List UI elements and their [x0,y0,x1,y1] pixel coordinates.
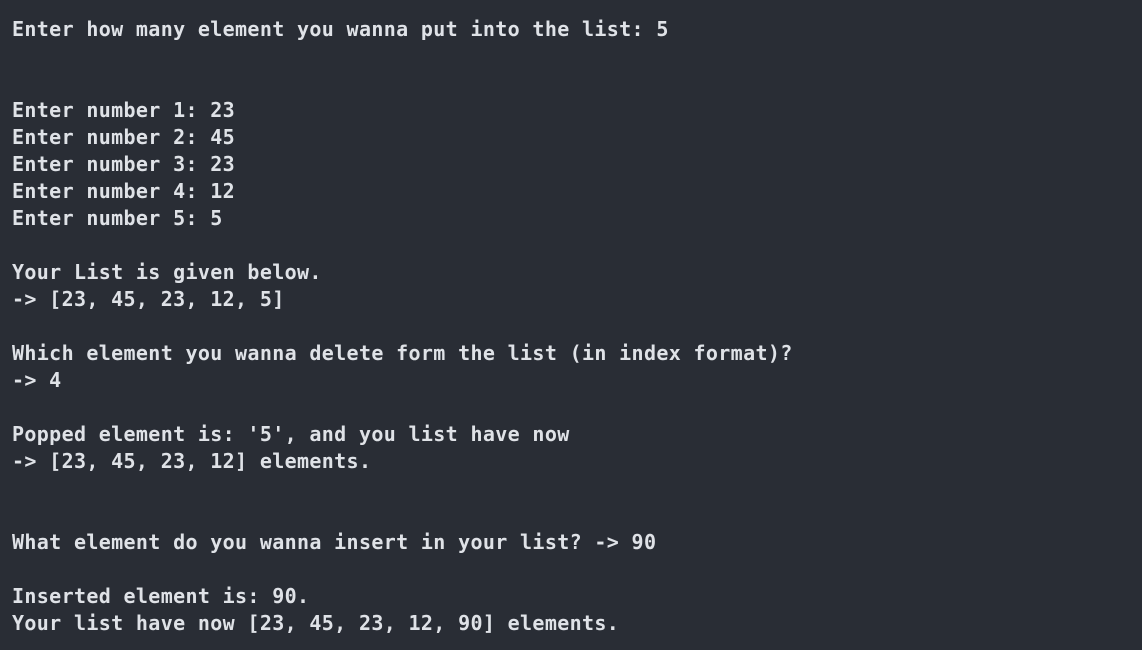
list-value-line: -> [23, 45, 23, 12, 5] [12,287,285,311]
blank-gap [12,232,1142,259]
popped-message-line: Popped element is: '5', and you list hav… [12,422,570,446]
number-input-line-2: Enter number 2: 45 [12,125,236,149]
final-list-line: Your list have now [23, 45, 23, 12, 90] … [12,611,620,635]
number-input-line-3: Enter number 3: 23 [12,152,236,176]
list-header-line: Your List is given below. [12,260,322,284]
number-input-line-4: Enter number 4: 12 [12,179,236,203]
blank-gap [12,394,1142,421]
terminal-output[interactable]: Enter how many element you wanna put int… [0,0,1142,650]
delete-input-line: -> 4 [12,368,62,392]
blank-gap [12,475,1142,529]
number-input-line-1: Enter number 1: 23 [12,98,236,122]
count-prompt-line: Enter how many element you wanna put int… [12,17,669,41]
blank-gap [12,313,1142,340]
popped-list-line: -> [23, 45, 23, 12] elements. [12,449,372,473]
number-input-line-5: Enter number 5: 5 [12,206,223,230]
inserted-message-line: Inserted element is: 90. [12,584,310,608]
insert-prompt-line: What element do you wanna insert in your… [12,530,657,554]
blank-gap [12,43,1142,97]
delete-prompt-line: Which element you wanna delete form the … [12,341,793,365]
blank-gap [12,556,1142,583]
